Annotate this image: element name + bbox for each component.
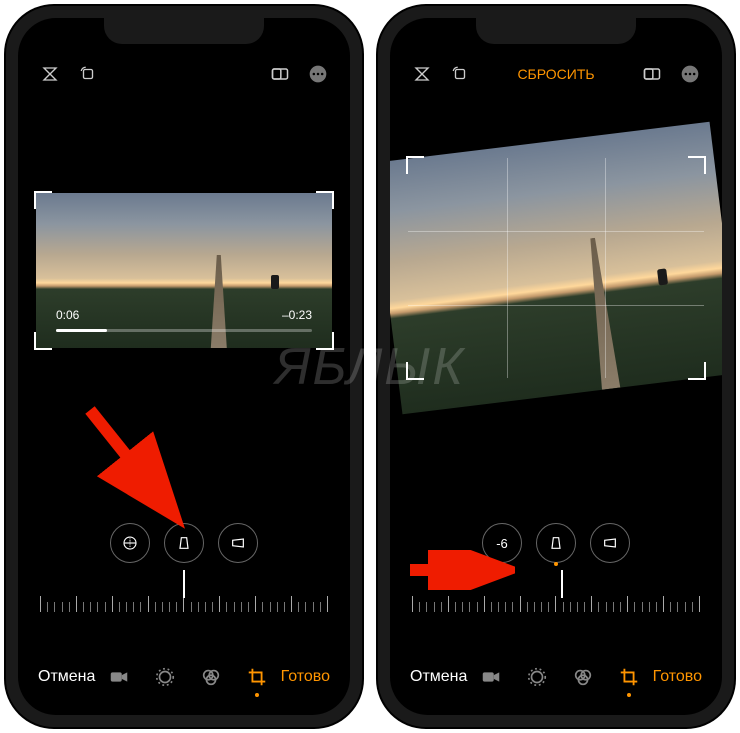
more-icon[interactable] xyxy=(678,62,702,86)
angle-ruler[interactable] xyxy=(40,580,328,612)
vertical-perspective-button[interactable] xyxy=(536,523,576,563)
filters-tab-icon[interactable] xyxy=(199,665,223,689)
adjust-button-row xyxy=(18,523,350,563)
done-button[interactable]: Готово xyxy=(281,668,330,686)
notch xyxy=(104,18,264,44)
horizontal-perspective-button[interactable] xyxy=(218,523,258,563)
vertical-perspective-button[interactable] xyxy=(164,523,204,563)
done-button[interactable]: Готово xyxy=(653,668,702,686)
horizontal-perspective-button[interactable] xyxy=(590,523,630,563)
top-toolbar: СБРОСИТЬ xyxy=(390,58,722,90)
rotate-icon[interactable] xyxy=(448,62,472,86)
notch xyxy=(476,18,636,44)
crop-corners[interactable] xyxy=(36,193,332,348)
ruler-ticks xyxy=(412,580,700,612)
crop-corners[interactable] xyxy=(408,158,704,378)
time-current: 0:06 xyxy=(56,308,79,322)
ruler-origin-dot xyxy=(554,562,558,566)
crop-tab-icon[interactable] xyxy=(245,665,269,689)
top-toolbar xyxy=(18,58,350,90)
video-tab-icon[interactable] xyxy=(479,665,503,689)
aspect-ratio-icon[interactable] xyxy=(640,62,664,86)
time-remaining: –0:23 xyxy=(282,308,312,322)
video-scrubber[interactable] xyxy=(56,329,312,332)
screen: 0:06 –0:23 Отмена xyxy=(18,18,350,715)
straighten-button[interactable] xyxy=(110,523,150,563)
filters-tab-icon[interactable] xyxy=(571,665,595,689)
bottom-toolbar: Отмена Готово xyxy=(390,657,722,697)
video-tab-icon[interactable] xyxy=(107,665,131,689)
ruler-indicator xyxy=(561,570,563,598)
crop-tab-icon[interactable] xyxy=(617,665,641,689)
adjust-tab-icon[interactable] xyxy=(525,665,549,689)
adjust-tab-icon[interactable] xyxy=(153,665,177,689)
video-preview[interactable] xyxy=(408,158,704,378)
angle-ruler[interactable] xyxy=(412,580,700,612)
flip-vertical-icon[interactable] xyxy=(38,62,62,86)
rotate-icon[interactable] xyxy=(76,62,100,86)
cancel-button[interactable]: Отмена xyxy=(38,668,95,686)
phone-mockup-right: СБРОСИТЬ -6 xyxy=(378,6,734,727)
cancel-button[interactable]: Отмена xyxy=(410,668,467,686)
straighten-button[interactable]: -6 xyxy=(482,523,522,563)
adjust-button-row: -6 xyxy=(390,523,722,563)
reset-button[interactable]: СБРОСИТЬ xyxy=(517,66,594,82)
ruler-indicator xyxy=(183,570,185,598)
screen: СБРОСИТЬ -6 xyxy=(390,18,722,715)
flip-vertical-icon[interactable] xyxy=(410,62,434,86)
straighten-value: -6 xyxy=(496,536,508,551)
phone-mockup-left: 0:06 –0:23 Отмена xyxy=(6,6,362,727)
time-overlay: 0:06 –0:23 xyxy=(36,308,332,322)
aspect-ratio-icon[interactable] xyxy=(268,62,292,86)
bottom-toolbar: Отмена Готово xyxy=(18,657,350,697)
more-icon[interactable] xyxy=(306,62,330,86)
video-preview[interactable]: 0:06 –0:23 xyxy=(36,193,332,348)
